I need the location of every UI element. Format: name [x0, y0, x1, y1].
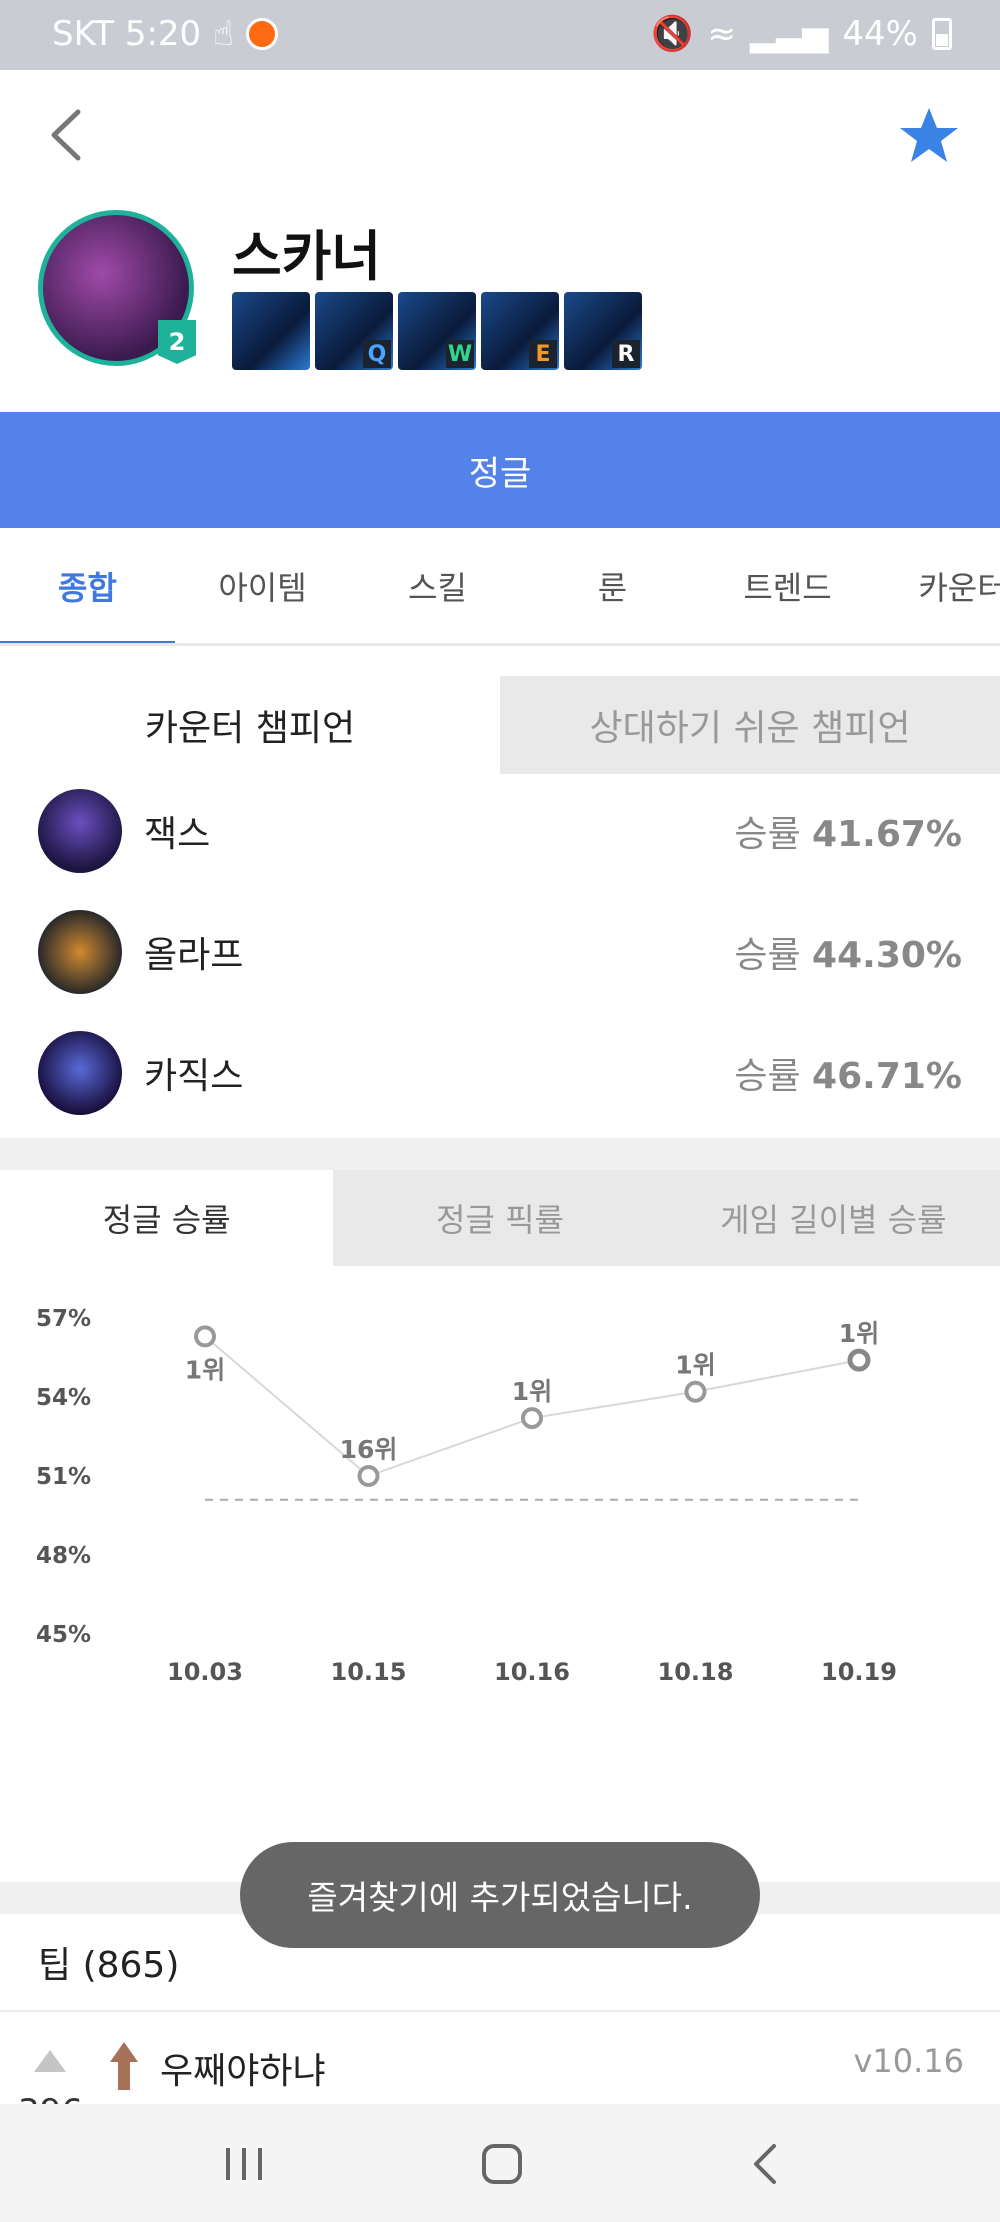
counter-list: 잭스 승률 41.67% 올라프 승률 44.30% 카직스 승률 46.71%: [0, 770, 1000, 1133]
champion-avatar: [38, 909, 122, 994]
status-bar: SKT 5:20 ☝ 🔇 ≈ ▂▃▅ 44%: [0, 0, 1000, 70]
role-selector[interactable]: 정글: [0, 412, 1000, 528]
data-point: [847, 1348, 871, 1372]
wifi-icon: ≈: [707, 14, 736, 54]
tab-overview[interactable]: 종합: [0, 528, 175, 643]
star-icon: [900, 108, 958, 162]
battery-level: 44%: [842, 14, 918, 54]
back-nav-icon[interactable]: [736, 2134, 796, 2194]
toast-message: 즐겨찾기에 추가되었습니다.: [240, 1842, 760, 1948]
skill-passive-icon[interactable]: [232, 292, 310, 370]
champion-header: 2 스카너 Q W E R: [0, 70, 1000, 410]
section-divider: [0, 1138, 1000, 1170]
tab-winrate-by-length[interactable]: 게임 길이별 승률: [666, 1170, 1000, 1266]
tab-items[interactable]: 아이템: [175, 528, 350, 643]
home-icon[interactable]: [472, 2134, 532, 2194]
win-rate: 승률 44.30%: [734, 934, 962, 976]
app-notification-icon: [245, 18, 278, 50]
skill-w-icon[interactable]: W: [398, 292, 476, 370]
win-rate: 승률 41.67%: [734, 813, 962, 855]
data-label: 1위: [839, 1319, 879, 1348]
data-point: [357, 1465, 380, 1487]
tab-jungle-pickrate[interactable]: 정글 픽률: [333, 1170, 667, 1266]
counter-segment: 카운터 챔피언 상대하기 쉬운 챔피언: [0, 676, 1000, 774]
data-point: [684, 1380, 707, 1403]
notification-icon: ☝: [213, 14, 234, 54]
recent-apps-icon[interactable]: [214, 2134, 274, 2194]
easy-champions-tab[interactable]: 상대하기 쉬운 챔피언: [500, 676, 1000, 774]
x-tick-label: 10.15: [331, 1658, 407, 1686]
x-tick-label: 10.03: [167, 1658, 243, 1686]
tab-counters[interactable]: 카운터: [875, 528, 1000, 643]
signal-icon: ▂▃▅: [749, 14, 829, 54]
x-tick-label: 10.19: [821, 1658, 897, 1686]
list-item[interactable]: 올라프 승률 44.30%: [0, 891, 1000, 1012]
tab-jungle-winrate[interactable]: 정글 승률: [0, 1170, 334, 1266]
series-line: [204, 1335, 860, 1478]
champion-avatar: [38, 788, 122, 873]
champion-name: 올라프: [144, 934, 244, 976]
mute-icon: 🔇: [651, 14, 694, 54]
winrate-chart: 57% 54% 51% 48% 45% 1위 16위 1위 1위 1위 10.03 10.15 10.1…: [36, 1306, 897, 1686]
tab-runes[interactable]: 룬: [525, 528, 700, 643]
upvote-icon[interactable]: [34, 2050, 66, 2072]
tip-version: v10.16: [853, 2042, 964, 2080]
carrier-time: SKT 5:20: [52, 14, 202, 54]
data-label: 1위: [185, 1355, 225, 1384]
skill-e-icon[interactable]: E: [481, 292, 559, 370]
skill-q-icon[interactable]: Q: [315, 292, 393, 370]
x-tick-label: 10.18: [658, 1658, 734, 1686]
champion-avatar: [38, 1030, 122, 1115]
tip-author: 우째야하냐: [160, 2051, 326, 2092]
list-item[interactable]: 카직스 승률 46.71%: [0, 1012, 1000, 1133]
tab-skills[interactable]: 스킬: [350, 528, 525, 643]
spacer: [0, 646, 1000, 676]
tab-trends[interactable]: 트렌드: [700, 528, 875, 643]
champion-name: 카직스: [144, 1055, 244, 1097]
y-tick-label: 54%: [36, 1385, 91, 1411]
data-label: 1위: [675, 1351, 715, 1380]
skill-icons: Q W E R: [232, 292, 642, 370]
favorite-button[interactable]: [894, 100, 964, 170]
main-tabs: 종합 아이템 스킬 룬 트렌드 카운터: [0, 528, 1000, 646]
chevron-left-icon: [51, 109, 81, 161]
y-tick-label: 48%: [36, 1543, 91, 1569]
counter-champions-tab[interactable]: 카운터 챔피언: [0, 676, 500, 774]
y-tick-label: 57%: [36, 1306, 91, 1332]
data-point: [194, 1325, 216, 1348]
y-tick-label: 45%: [36, 1622, 91, 1648]
champion-name: 잭스: [144, 813, 211, 855]
y-tick-label: 51%: [36, 1464, 91, 1490]
level-badge: 2: [158, 320, 196, 364]
x-tick-label: 10.16: [494, 1658, 570, 1686]
data-label: 16위: [340, 1435, 398, 1464]
back-button[interactable]: [40, 100, 100, 170]
chart-tabs: 정글 승률 정글 픽률 게임 길이별 승률: [0, 1170, 1000, 1266]
list-item[interactable]: 잭스 승률 41.67%: [0, 770, 1000, 891]
rank-icon: [110, 2042, 138, 2090]
navigation-bar: [0, 2104, 1000, 2222]
win-rate: 승률 46.71%: [734, 1055, 962, 1097]
data-point: [521, 1407, 543, 1430]
data-label: 1위: [512, 1377, 552, 1406]
champion-name: 스카너: [232, 225, 382, 288]
skill-r-icon[interactable]: R: [564, 292, 642, 370]
battery-icon: [932, 18, 952, 50]
